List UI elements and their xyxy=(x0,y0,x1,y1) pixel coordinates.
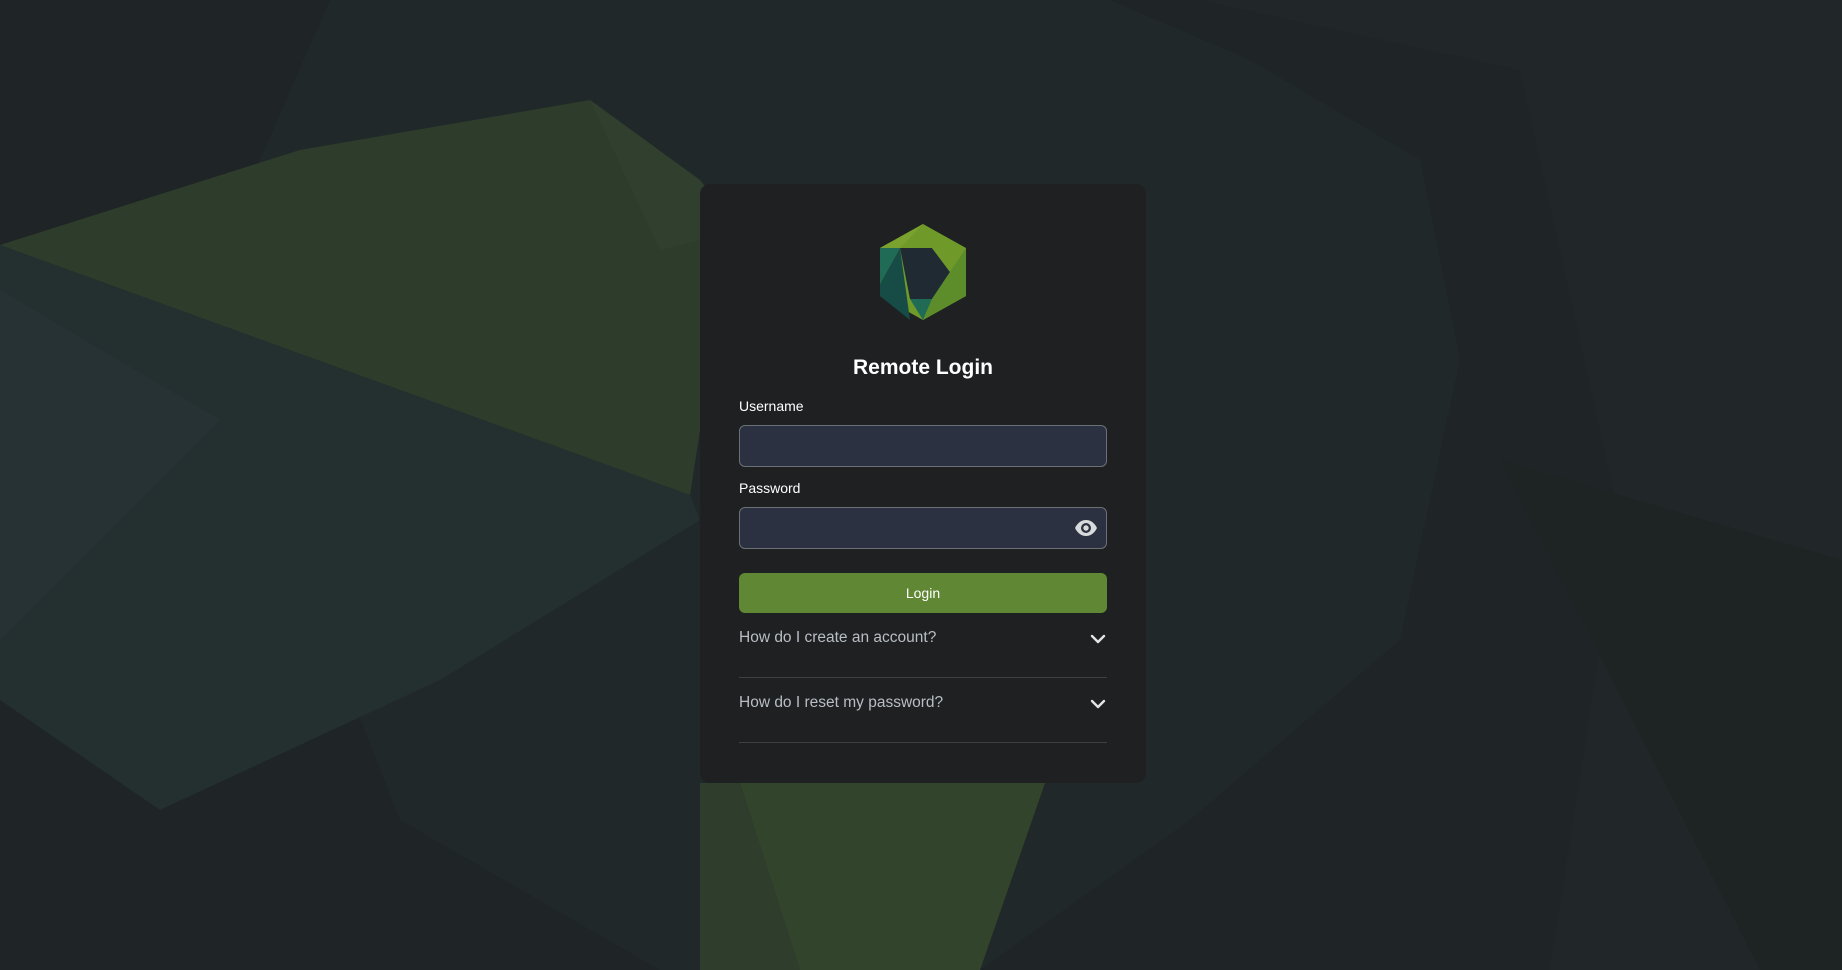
chevron-down-icon xyxy=(1090,634,1106,644)
faq-item-create-account[interactable]: How do I create an account? xyxy=(739,614,1107,678)
hexagon-logo-icon xyxy=(880,224,966,320)
page-title: Remote Login xyxy=(853,356,993,379)
password-field[interactable] xyxy=(739,507,1107,549)
username-field[interactable] xyxy=(739,425,1107,467)
faq-item-reset-password[interactable]: How do I reset my password? xyxy=(739,679,1107,743)
login-card: Remote Login Username Password Login How… xyxy=(700,184,1146,783)
faq-question: How do I create an account? xyxy=(739,629,937,646)
username-label: Username xyxy=(739,398,804,414)
password-label: Password xyxy=(739,480,801,496)
login-button[interactable]: Login xyxy=(739,573,1107,613)
faq-question: How do I reset my password? xyxy=(739,694,944,711)
chevron-down-icon xyxy=(1090,699,1106,709)
eye-icon[interactable] xyxy=(1074,517,1098,539)
password-field-wrapper xyxy=(739,507,1107,549)
